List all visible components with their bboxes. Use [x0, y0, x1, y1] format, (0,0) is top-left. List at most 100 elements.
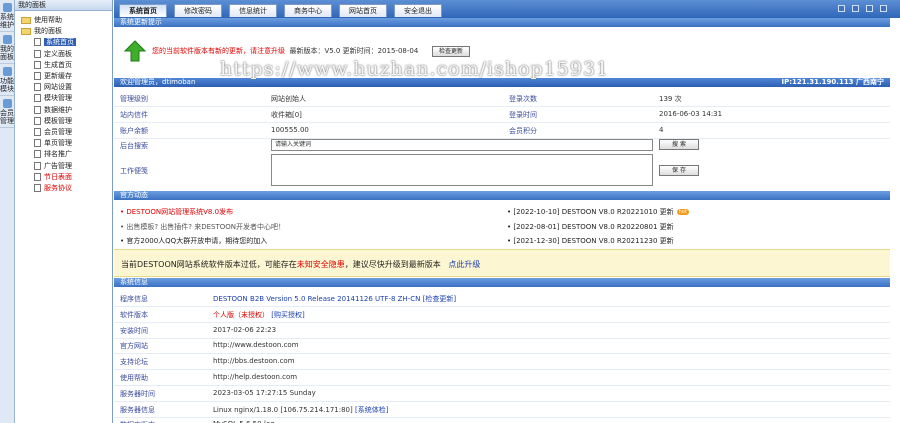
sidebar-item-label: 会员管理: [44, 128, 72, 136]
sidebar-item-label: 网站设置: [44, 83, 72, 92]
row-divider: [114, 369, 890, 371]
page-icon: [34, 94, 41, 103]
row-divider: [114, 416, 890, 418]
sysinfo-value: http://help.destoon.com: [213, 373, 298, 381]
vtab-system[interactable]: 系统维护: [0, 0, 14, 32]
sysinfo-label: 程序信息: [120, 295, 148, 303]
account-value: 2016-06-03 14:31: [659, 110, 723, 118]
back-icon[interactable]: [838, 5, 845, 12]
news-link[interactable]: • 官方2000人QQ大群开放申请，期待您的加入: [120, 236, 267, 246]
sidebar-item-label: 我的面板: [34, 27, 62, 36]
watermark: https://www.huzhan.com/ishop15931: [220, 58, 610, 80]
row-divider: [114, 122, 890, 123]
sidebar-item-label: 定义面板: [44, 49, 72, 58]
sidebar-item[interactable]: 生成首页: [34, 60, 72, 70]
sysinfo-section-bar: 系统信息: [114, 278, 890, 287]
upgrade-notice: 当前DESTOON网站系统软件版本过低，可能存在未知安全隐患，建议尽快升级到最新…: [114, 249, 890, 277]
tab-business[interactable]: 商务中心: [284, 4, 332, 17]
sysinfo-link[interactable]: [检查更新]: [423, 295, 456, 303]
news-link[interactable]: • 出售模板? 出售插件? 来DESTOON开发者中心吧！: [120, 222, 285, 232]
vtab-modules[interactable]: 功能模块: [0, 64, 14, 96]
account-label: 登录次数: [509, 95, 537, 103]
vertical-tab-strip: 系统维护 我的面板 功能模块 会员管理: [0, 0, 15, 423]
update-version: 最新版本：V5.0 更新时间：2015-08-04: [289, 47, 419, 55]
module-icon: [2, 67, 12, 76]
sidebar-item[interactable]: 排名推广: [34, 149, 72, 159]
tab-stats[interactable]: 信息统计: [229, 4, 277, 17]
sidebar-item[interactable]: 服务协议: [34, 183, 72, 193]
page-icon: [34, 72, 41, 80]
tab-home[interactable]: 系统首页: [119, 4, 167, 17]
sidebar-item[interactable]: 广告管理: [34, 161, 72, 171]
release-link[interactable]: • [2021-12-30] DESTOON V8.0 R20211230 更新: [507, 236, 674, 246]
search-input[interactable]: 请输入关键词: [271, 139, 653, 151]
row-divider: [114, 106, 890, 107]
sysinfo-label: 安装时间: [120, 326, 148, 335]
page-icon: [34, 161, 41, 170]
upgrade-link[interactable]: 点此升级: [448, 260, 480, 269]
sidebar-item[interactable]: 模板管理: [34, 116, 72, 126]
forward-icon[interactable]: [852, 5, 859, 12]
tab-site-home[interactable]: 网站首页: [339, 4, 387, 17]
sidebar-item-label: 数据维护: [44, 105, 72, 114]
save-button[interactable]: 保 存: [659, 165, 699, 176]
sidebar-item[interactable]: 我的面板: [21, 26, 62, 36]
folder-icon: [21, 27, 31, 35]
sysinfo-link[interactable]: [购买授权]: [271, 311, 304, 319]
account-value: 4: [659, 126, 664, 134]
sidebar-item[interactable]: 模块管理: [34, 93, 72, 103]
refresh-icon[interactable]: [866, 5, 873, 12]
sysinfo-label: 支持论坛: [120, 358, 148, 367]
news-link[interactable]: • DESTOON网站管理系统V8.0发布: [120, 207, 233, 217]
account-value: 网站创始人: [271, 95, 306, 103]
close-icon[interactable]: [880, 5, 887, 12]
sidebar-item[interactable]: 系统首页: [34, 37, 76, 47]
tab-password[interactable]: 修改密码: [174, 4, 222, 17]
sysinfo-value: Linux nginx/1.18.0 [106.75.214.171:80] […: [213, 405, 389, 414]
sidebar-item[interactable]: 数据维护: [34, 105, 72, 115]
update-section-bar: 系统更新提示: [114, 18, 890, 27]
note-label: 工作便笺: [120, 167, 148, 175]
page-icon: [34, 105, 41, 114]
row-divider: [114, 353, 890, 355]
sidebar-item-label: 系统首页: [44, 38, 76, 47]
sidebar-item[interactable]: 网站设置: [34, 82, 72, 92]
note-textarea[interactable]: [271, 154, 653, 186]
sidebar-item-label: 广告管理: [44, 161, 72, 170]
sysinfo-label: 使用帮助: [120, 374, 148, 382]
row-divider: [114, 337, 890, 339]
row-divider: [114, 306, 890, 307]
up-arrow-icon: [124, 40, 146, 62]
sidebar-title: 我的面板: [15, 0, 112, 11]
sysinfo-value: 个人版（未授权） [购买授权]: [213, 310, 305, 319]
sidebar-item-label: 排名推广: [44, 150, 72, 159]
sysinfo-value: DESTOON B2B Version 5.0 Release 20141126…: [213, 295, 457, 303]
sysinfo-value: http://bbs.destoon.com: [213, 357, 295, 366]
release-link[interactable]: • [2022-10-10] DESTOON V8.0 R20221010 更新…: [507, 207, 689, 217]
sidebar-item[interactable]: 定义面板: [34, 49, 72, 59]
page-icon: [34, 128, 41, 136]
sidebar-item[interactable]: 更新缓存: [34, 71, 72, 81]
vtab-members[interactable]: 会员管理: [0, 96, 14, 128]
page-icon: [34, 116, 41, 125]
sidebar-item[interactable]: 单页管理: [34, 138, 72, 148]
user-icon: [2, 99, 12, 108]
ip-info: IP:121.31.190.113 广西南宁: [781, 78, 884, 86]
sysinfo-label: 服务器时间: [120, 389, 155, 398]
tab-logout[interactable]: 安全退出: [394, 4, 442, 17]
sysinfo-label: 官方网站: [120, 342, 148, 351]
check-update-button[interactable]: 检查更新: [432, 46, 470, 57]
home-icon: [2, 35, 12, 44]
release-link[interactable]: • [2022-08-01] DESTOON V8.0 R20220801 更新: [507, 222, 674, 232]
page-icon: [34, 172, 41, 181]
sidebar-item[interactable]: 使用帮助: [21, 15, 62, 25]
vtab-panel[interactable]: 我的面板: [0, 32, 14, 64]
sidebar-item[interactable]: 节日表面: [34, 172, 72, 182]
search-button[interactable]: 搜 索: [659, 139, 699, 150]
folder-icon: [21, 16, 31, 24]
account-label: 账户余额: [120, 127, 148, 135]
sysinfo-value: 2023-03-05 17:27:15 Sunday: [213, 388, 316, 397]
sidebar-item[interactable]: 会员管理: [34, 127, 72, 137]
page-icon: [34, 60, 41, 69]
sysinfo-link[interactable]: [系统体检]: [355, 406, 388, 414]
